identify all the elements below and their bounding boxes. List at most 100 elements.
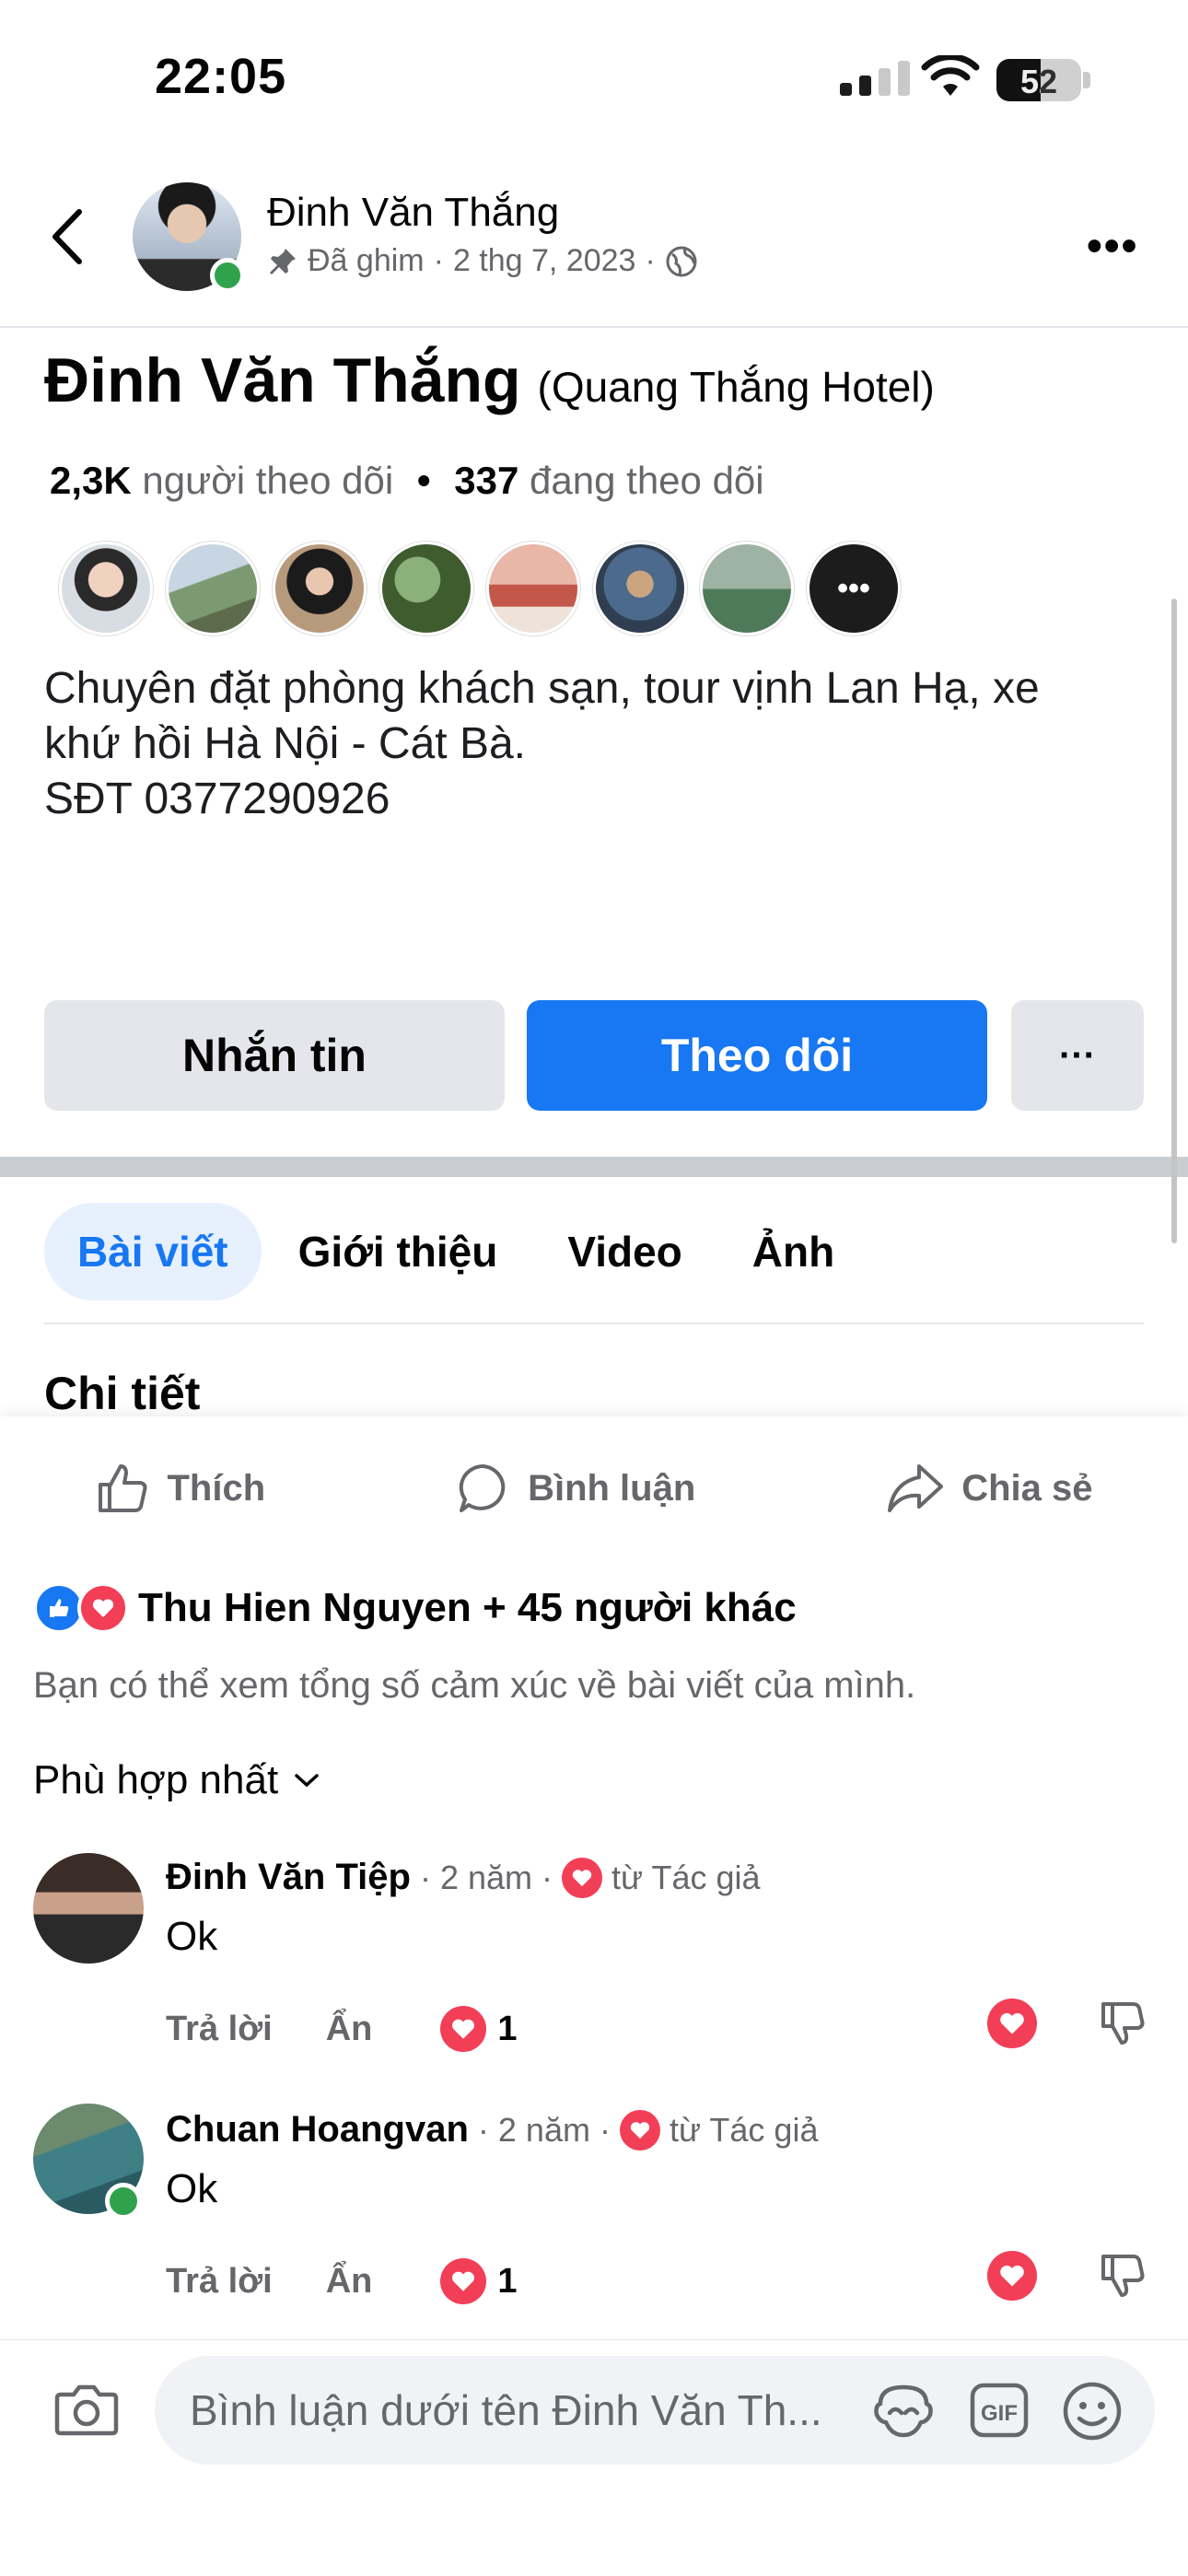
- chevron-down-icon: [295, 1774, 319, 1788]
- post-date: 2 thg 7, 2023: [452, 243, 636, 278]
- battery-level: 52: [1019, 63, 1058, 100]
- more-options-button[interactable]: •••: [1087, 221, 1138, 272]
- battery-icon: 52: [996, 59, 1081, 101]
- comment-actions: Trả lời Ẩn 1: [166, 2006, 518, 2052]
- profile-name[interactable]: Đinh Văn Thắng: [44, 345, 521, 415]
- header-author-name[interactable]: Đinh Văn Thắng: [267, 190, 559, 236]
- comment-meta-sep: ·: [599, 2110, 611, 2149]
- author-love-icon: [619, 2109, 660, 2151]
- comment-bubble-icon: [459, 1463, 506, 1512]
- meta-separator: ·: [433, 243, 444, 278]
- tabs-divider: [44, 1323, 1144, 1324]
- battery-tip: [1083, 72, 1090, 88]
- follower-avatar[interactable]: [379, 542, 473, 635]
- love-count-icon: [440, 2006, 487, 2052]
- comment-time: 2 năm: [497, 2110, 590, 2149]
- follower-avatar[interactable]: [486, 542, 580, 635]
- follower-avatar[interactable]: [700, 542, 794, 635]
- thumbs-up-icon: [99, 1464, 147, 1512]
- followers-count: 2,3K: [50, 459, 132, 502]
- follower-avatar[interactable]: [273, 542, 367, 635]
- comment-meta-sep: ·: [419, 1858, 431, 1896]
- online-status-dot: [210, 258, 245, 293]
- reactions-text: Thu Hien Nguyen + 45 người khác: [138, 1585, 797, 1630]
- hide-button[interactable]: Ẩn: [326, 2262, 373, 2302]
- meta-separator: ·: [645, 243, 656, 278]
- dislike-icon[interactable]: [1098, 2251, 1147, 2301]
- profile-subtitle: (Quang Thắng Hotel): [537, 363, 935, 411]
- comment-from-author: từ Tác giả: [611, 1858, 761, 1896]
- scrollbar[interactable]: [1171, 599, 1177, 1243]
- reply-button[interactable]: Trả lời: [166, 2010, 273, 2049]
- comment-text: Ok: [166, 2166, 218, 2211]
- followers-label[interactable]: người theo dõi: [142, 459, 393, 502]
- comment-from-author: từ Tác giả: [669, 2110, 819, 2149]
- dislike-icon[interactable]: [1098, 1999, 1147, 2048]
- like-button[interactable]: Thích: [95, 1461, 265, 1516]
- comment-author[interactable]: Chuan Hoangvan: [166, 2109, 469, 2151]
- like-label: Thích: [167, 1467, 266, 1509]
- profile-more-button[interactable]: ···: [1011, 1000, 1144, 1111]
- following-label[interactable]: đang theo dõi: [530, 459, 764, 502]
- comment-input-placeholder: Bình luận dưới tên Đinh Văn Th...: [190, 2386, 822, 2434]
- follower-avatar[interactable]: [59, 542, 153, 635]
- emoji-icon[interactable]: [1061, 2380, 1124, 2442]
- svg-text:GIF: GIF: [981, 2401, 1018, 2426]
- comment-header: Chuan Hoangvan · 2 năm · từ Tác giả: [166, 2109, 818, 2151]
- stats-separator: •: [416, 459, 431, 502]
- details-heading: Chi tiết: [44, 1368, 201, 1419]
- commenter-avatar[interactable]: [33, 1853, 144, 1964]
- share-button[interactable]: Chia sẻ: [886, 1461, 1093, 1516]
- camera-icon[interactable]: [53, 2380, 120, 2437]
- love-comment-button[interactable]: [987, 1999, 1037, 2048]
- post-meta: Đã ghim · 2 thg 7, 2023 ·: [267, 243, 698, 279]
- comment-label: Bình luận: [528, 1467, 696, 1509]
- comment-actions: Trả lời Ẩn 1: [166, 2258, 518, 2304]
- comment-meta-sep: ·: [477, 2110, 489, 2149]
- author-love-icon: [562, 1857, 603, 1898]
- love-reaction-icon: [77, 1582, 129, 1634]
- section-divider: [0, 1157, 1188, 1177]
- more-followers-button[interactable]: •••: [807, 542, 901, 635]
- tab-photos[interactable]: Ảnh: [752, 1203, 868, 1300]
- pin-icon: [270, 248, 296, 274]
- hide-button[interactable]: Ẩn: [326, 2010, 373, 2049]
- love-comment-button[interactable]: [987, 2251, 1037, 2301]
- back-button[interactable]: [46, 204, 88, 269]
- tab-about[interactable]: Giới thiệu: [298, 1203, 531, 1300]
- follower-avatar[interactable]: [166, 542, 260, 635]
- follower-avatars: •••: [59, 542, 901, 635]
- cellular-signal-icon: [840, 61, 910, 96]
- avatar-sticker-icon[interactable]: [871, 2382, 936, 2439]
- wifi-icon: [921, 55, 980, 96]
- globe-icon: [666, 246, 697, 276]
- reactions-note: Bạn có thể xem tổng số cảm xúc về bài vi…: [33, 1665, 916, 1706]
- share-label: Chia sẻ: [961, 1467, 1093, 1509]
- comment-meta-sep: ·: [542, 1858, 553, 1896]
- following-count: 337: [454, 459, 519, 502]
- comment-button[interactable]: Bình luận: [456, 1461, 695, 1516]
- gif-icon[interactable]: GIF: [969, 2382, 1030, 2439]
- comment-header: Đinh Văn Tiệp · 2 năm · từ Tác giả: [166, 1857, 761, 1898]
- love-count: 1: [497, 2009, 518, 2048]
- online-status-dot: [105, 2183, 142, 2220]
- tab-videos[interactable]: Video: [567, 1203, 715, 1300]
- post-actions: Thích Bình luận Chia sẻ: [0, 1461, 1188, 1516]
- reply-button[interactable]: Trả lời: [166, 2262, 273, 2302]
- tab-posts[interactable]: Bài viết: [44, 1203, 262, 1300]
- love-count: 1: [497, 2261, 518, 2301]
- follow-stats: 2,3K người theo dõi • 337 đang theo dõi: [50, 459, 764, 503]
- message-button[interactable]: Nhắn tin: [44, 1000, 505, 1111]
- sort-dropdown[interactable]: Phù hợp nhất: [33, 1757, 320, 1803]
- status-time: 22:05: [155, 49, 287, 104]
- reactions-summary[interactable]: Thu Hien Nguyen + 45 người khác: [33, 1582, 797, 1634]
- follow-button[interactable]: Theo dõi: [527, 1000, 987, 1111]
- profile-name-row: Đinh Văn Thắng (Quang Thắng Hotel): [44, 344, 935, 416]
- comment-time: 2 năm: [439, 1858, 533, 1896]
- follower-avatar[interactable]: [593, 542, 687, 635]
- pinned-label: Đã ghim: [308, 243, 425, 278]
- profile-tabs: Bài viết Giới thiệu Video Ảnh: [44, 1203, 868, 1300]
- comment-author[interactable]: Đinh Văn Tiệp: [166, 1857, 411, 1898]
- profile-bio: Chuyên đặt phòng khách sạn, tour vịnh La…: [44, 664, 1040, 823]
- share-arrow-icon: [888, 1464, 944, 1512]
